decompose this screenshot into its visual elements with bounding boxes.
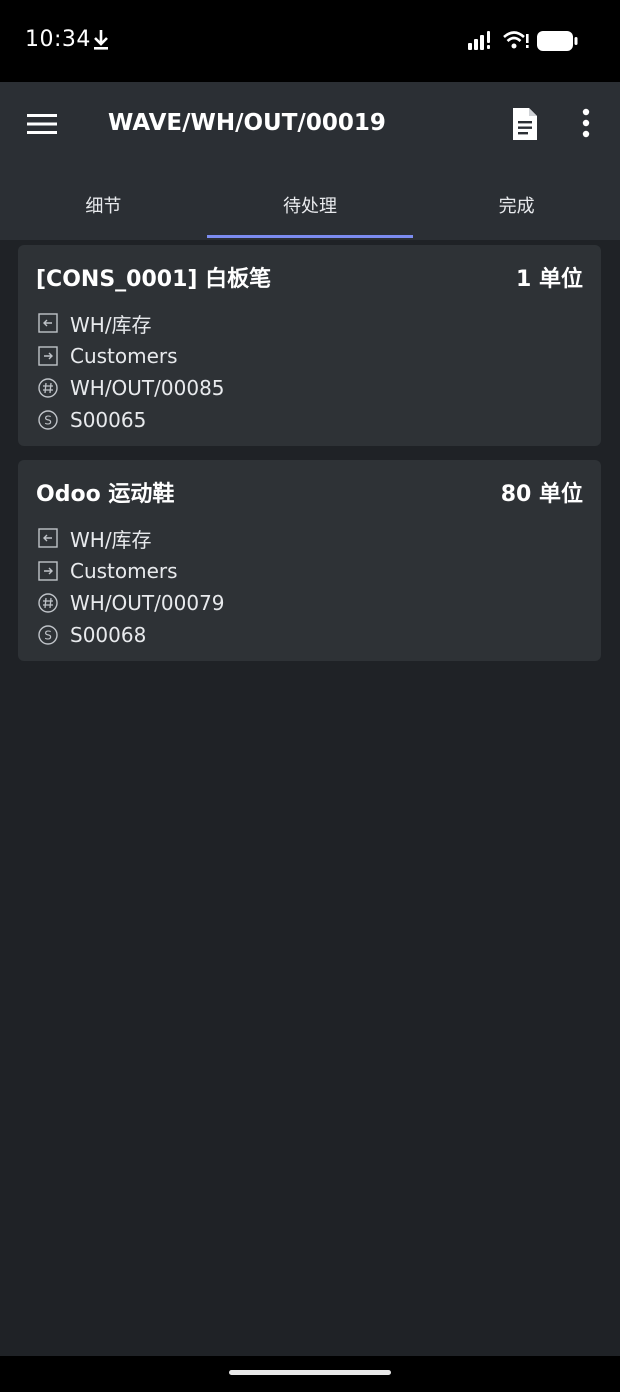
more-options-icon[interactable] bbox=[579, 108, 593, 138]
origin-row: S S00068 bbox=[38, 621, 146, 649]
document-icon[interactable] bbox=[510, 107, 540, 141]
svg-text:S: S bbox=[44, 629, 52, 643]
picking-reference: WH/OUT/00085 bbox=[70, 376, 225, 400]
quantity: 80 单位 bbox=[500, 482, 583, 507]
sale-order-reference: S00068 bbox=[70, 623, 147, 647]
destination-location-row: Customers bbox=[38, 342, 178, 370]
picking-row: WH/OUT/00085 bbox=[38, 374, 225, 402]
status-time: 10:34 bbox=[25, 27, 91, 52]
download-icon bbox=[94, 30, 108, 50]
source-location-row: WH/库存 bbox=[38, 309, 152, 337]
status-bar: 10:34 bbox=[0, 0, 620, 82]
wifi-icon bbox=[503, 31, 529, 49]
source-location-row: WH/库存 bbox=[38, 524, 152, 552]
hash-circle-icon bbox=[38, 593, 58, 613]
picking-reference: WH/OUT/00079 bbox=[70, 591, 225, 615]
app-bar: WAVE/WH/OUT/00019 细节 待处理 完成 bbox=[0, 82, 620, 240]
quantity: 1 单位 bbox=[516, 267, 583, 292]
page-title: WAVE/WH/OUT/00019 bbox=[108, 110, 386, 136]
s-circle-icon: S bbox=[38, 625, 58, 645]
arrow-right-box-icon bbox=[38, 346, 58, 366]
destination-location: Customers bbox=[70, 344, 178, 368]
tab-bar: 细节 待处理 完成 bbox=[0, 182, 620, 240]
destination-location: Customers bbox=[70, 559, 178, 583]
sale-order-reference: S00065 bbox=[70, 408, 147, 432]
arrow-left-box-icon bbox=[38, 313, 58, 333]
tab-pending[interactable]: 待处理 bbox=[206, 182, 414, 240]
source-location: WH/库存 bbox=[70, 527, 152, 552]
move-card[interactable]: Odoo 运动鞋 80 单位 WH/库存 Customers WH/OUT/00… bbox=[18, 460, 601, 661]
product-name: [CONS_0001] 白板笔 bbox=[36, 267, 272, 292]
destination-location-row: Customers bbox=[38, 557, 178, 585]
navigation-bar bbox=[0, 1356, 620, 1392]
arrow-right-box-icon bbox=[38, 561, 58, 581]
picking-row: WH/OUT/00079 bbox=[38, 589, 225, 617]
arrow-left-box-icon bbox=[38, 528, 58, 548]
hamburger-menu-icon[interactable] bbox=[26, 110, 58, 138]
tab-done[interactable]: 完成 bbox=[413, 182, 620, 240]
product-name: Odoo 运动鞋 bbox=[36, 482, 175, 507]
cellular-signal-icon bbox=[468, 31, 490, 50]
home-indicator[interactable] bbox=[229, 1370, 391, 1375]
battery-icon bbox=[537, 31, 578, 51]
svg-text:S: S bbox=[44, 414, 52, 428]
tab-details[interactable]: 细节 bbox=[0, 182, 207, 240]
origin-row: S S00065 bbox=[38, 406, 146, 434]
move-card[interactable]: [CONS_0001] 白板笔 1 单位 WH/库存 Customers WH/… bbox=[18, 245, 601, 446]
source-location: WH/库存 bbox=[70, 312, 152, 337]
s-circle-icon: S bbox=[38, 410, 58, 430]
hash-circle-icon bbox=[38, 378, 58, 398]
